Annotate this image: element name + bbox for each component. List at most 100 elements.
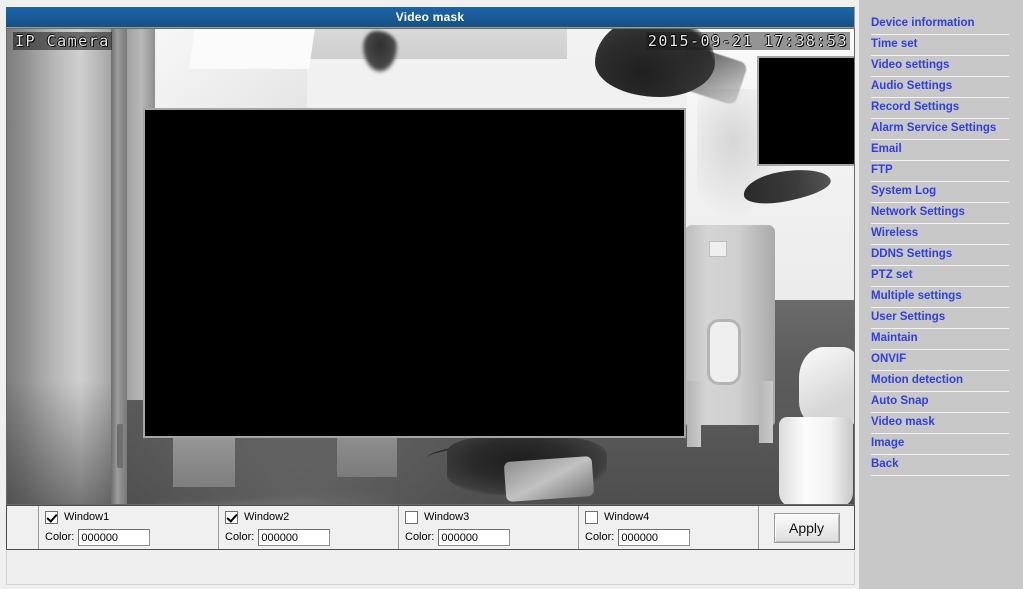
lower-empty-area bbox=[6, 551, 855, 585]
scene-stool-label bbox=[709, 241, 727, 257]
osd-camera-name: IP Camera bbox=[13, 32, 112, 50]
sidebar-item-label: Video mask bbox=[871, 416, 935, 429]
mask-color-input-2[interactable] bbox=[258, 529, 331, 546]
mask-color-label-4: Color: bbox=[585, 531, 615, 543]
sidebar-item-ptz-set[interactable]: PTZ set bbox=[859, 266, 1023, 286]
sidebar-item-label: Maintain bbox=[871, 332, 918, 345]
sidebar-item-label: DDNS Settings bbox=[871, 248, 953, 261]
mask-window-enable-row-1: Window1 bbox=[45, 509, 218, 526]
sidebar-item-label: Device information bbox=[871, 17, 975, 30]
scene-white-bag bbox=[799, 347, 854, 425]
mask-window-enable-row-2: Window2 bbox=[225, 509, 398, 526]
sidebar-item-auto-snap[interactable]: Auto Snap bbox=[859, 392, 1023, 412]
sidebar-item-user-settings[interactable]: User Settings bbox=[859, 308, 1023, 328]
mask-window-checkbox-2[interactable] bbox=[225, 511, 238, 524]
sidebar-item-label: Wireless bbox=[871, 227, 919, 240]
video-mask-region-2[interactable] bbox=[757, 56, 854, 166]
sidebar-item-label: ONVIF bbox=[871, 353, 907, 366]
mask-window-label-2: Window2 bbox=[244, 511, 290, 523]
mask-window-enable-row-3: Window3 bbox=[405, 509, 578, 526]
apply-button[interactable]: Apply bbox=[773, 512, 840, 543]
mask-color-input-4[interactable] bbox=[618, 529, 691, 546]
apply-button-cell: Apply bbox=[759, 506, 854, 549]
sidebar-item-onvif[interactable]: ONVIF bbox=[859, 350, 1023, 370]
mask-color-input-3[interactable] bbox=[438, 529, 511, 546]
sidebar-item-label: User Settings bbox=[871, 311, 946, 324]
sidebar-item-video-settings[interactable]: Video settings bbox=[859, 56, 1023, 76]
mask-window-checkbox-3[interactable] bbox=[405, 511, 418, 524]
sidebar-item-network-settings[interactable]: Network Settings bbox=[859, 203, 1023, 223]
sidebar-item-back[interactable]: Back bbox=[859, 455, 1023, 475]
sidebar-item-label: Audio Settings bbox=[871, 80, 953, 93]
sidebar-item-image[interactable]: Image bbox=[859, 434, 1023, 454]
sidebar-item-label: Back bbox=[871, 458, 899, 471]
sidebar-item-label: Time set bbox=[871, 38, 918, 51]
sidebar-item-label: Record Settings bbox=[871, 101, 960, 114]
sidebar-item-label: Auto Snap bbox=[871, 395, 929, 408]
page-title: Video mask bbox=[395, 10, 465, 24]
scene-door-handle bbox=[117, 424, 123, 468]
scene-wall-white-panel bbox=[189, 29, 315, 69]
sidebar-item-label: Network Settings bbox=[871, 206, 965, 219]
sidebar-item-ddns-settings[interactable]: DDNS Settings bbox=[859, 245, 1023, 265]
scene-door-left bbox=[7, 29, 125, 504]
scene-wall-upper bbox=[307, 29, 567, 59]
video-stream-image: IP Camera 2015-09-21 17:38:53 bbox=[7, 29, 854, 504]
mask-window-controls-panel: Window1Color:Window2Color:Window3Color:W… bbox=[6, 505, 855, 550]
sidebar-item-device-information[interactable]: Device information bbox=[859, 14, 1023, 34]
sidebar-item-record-settings[interactable]: Record Settings bbox=[859, 98, 1023, 118]
page-root: Video mask IP Camera 2015-09-21 17:38:53… bbox=[0, 0, 1023, 589]
scene-stool-handle-hole bbox=[707, 319, 741, 385]
sidebar-item-label: Multiple settings bbox=[871, 290, 962, 303]
sidebar-item-label: Motion detection bbox=[871, 374, 963, 387]
window-title-bar: Video mask bbox=[5, 6, 855, 28]
scene-stool-leg-left bbox=[687, 381, 701, 447]
mask-window-checkbox-4[interactable] bbox=[585, 511, 598, 524]
mask-window-color-row-2: Color: bbox=[225, 528, 398, 547]
sidebar-item-wireless[interactable]: Wireless bbox=[859, 224, 1023, 244]
mask-window-checkbox-1[interactable] bbox=[45, 511, 58, 524]
sidebar-item-audio-settings[interactable]: Audio Settings bbox=[859, 77, 1023, 97]
sidebar-item-maintain[interactable]: Maintain bbox=[859, 329, 1023, 349]
sidebar-item-label: Image bbox=[871, 437, 905, 450]
mask-color-label-1: Color: bbox=[45, 531, 75, 543]
sidebar-item-system-log[interactable]: System Log bbox=[859, 182, 1023, 202]
mask-window-color-row-1: Color: bbox=[45, 528, 218, 547]
sidebar-item-label: System Log bbox=[871, 185, 937, 198]
mask-window-cell-1: Window1 Color: bbox=[39, 506, 219, 549]
mask-window-enable-row-4: Window4 bbox=[585, 509, 758, 526]
sidebar-item-multiple-settings[interactable]: Multiple settings bbox=[859, 287, 1023, 307]
sidebar-item-time-set[interactable]: Time set bbox=[859, 35, 1023, 55]
mask-window-cell-2: Window2 Color: bbox=[219, 506, 399, 549]
sidebar-item-email[interactable]: Email bbox=[859, 140, 1023, 160]
sidebar-item-label: Email bbox=[871, 143, 902, 156]
mask-window-label-1: Window1 bbox=[64, 511, 110, 523]
scene-floor-box-center bbox=[337, 433, 397, 477]
video-preview-frame[interactable]: IP Camera 2015-09-21 17:38:53 bbox=[6, 28, 855, 505]
mask-window-color-row-4: Color: bbox=[585, 528, 758, 547]
sidebar-item-label: Alarm Service Settings bbox=[871, 122, 997, 135]
osd-timestamp: 2015-09-21 17:38:53 bbox=[645, 32, 850, 50]
sidebar-item-alarm-service-settings[interactable]: Alarm Service Settings bbox=[859, 119, 1023, 139]
scene-stool-leg-right bbox=[759, 381, 773, 443]
sidebar-separator bbox=[871, 475, 1009, 476]
settings-sidebar-menu: Device information Time set Video settings… bbox=[859, 0, 1023, 589]
mask-window-color-row-3: Color: bbox=[405, 528, 578, 547]
main-content-area: Video mask IP Camera 2015-09-21 17:38:53… bbox=[0, 0, 859, 589]
window-cell-group: Window1Color:Window2Color:Window3Color:W… bbox=[39, 506, 759, 549]
mask-color-label-2: Color: bbox=[225, 531, 255, 543]
sidebar-item-motion-detection[interactable]: Motion detection bbox=[859, 371, 1023, 391]
mask-window-label-3: Window3 bbox=[424, 511, 470, 523]
scene-machine-panel bbox=[503, 455, 595, 503]
mask-window-label-4: Window4 bbox=[604, 511, 650, 523]
controls-left-spacer bbox=[7, 506, 39, 549]
sidebar-item-label: FTP bbox=[871, 164, 893, 177]
sidebar-item-ftp[interactable]: FTP bbox=[859, 161, 1023, 181]
mask-window-cell-3: Window3 Color: bbox=[399, 506, 579, 549]
sidebar-item-video-mask[interactable]: Video mask bbox=[859, 413, 1023, 433]
video-mask-region-1[interactable] bbox=[143, 108, 686, 438]
mask-window-cell-4: Window4 Color: bbox=[579, 506, 759, 549]
sidebar-item-label: PTZ set bbox=[871, 269, 913, 282]
sidebar-item-label: Video settings bbox=[871, 59, 950, 72]
mask-color-input-1[interactable] bbox=[78, 529, 151, 546]
